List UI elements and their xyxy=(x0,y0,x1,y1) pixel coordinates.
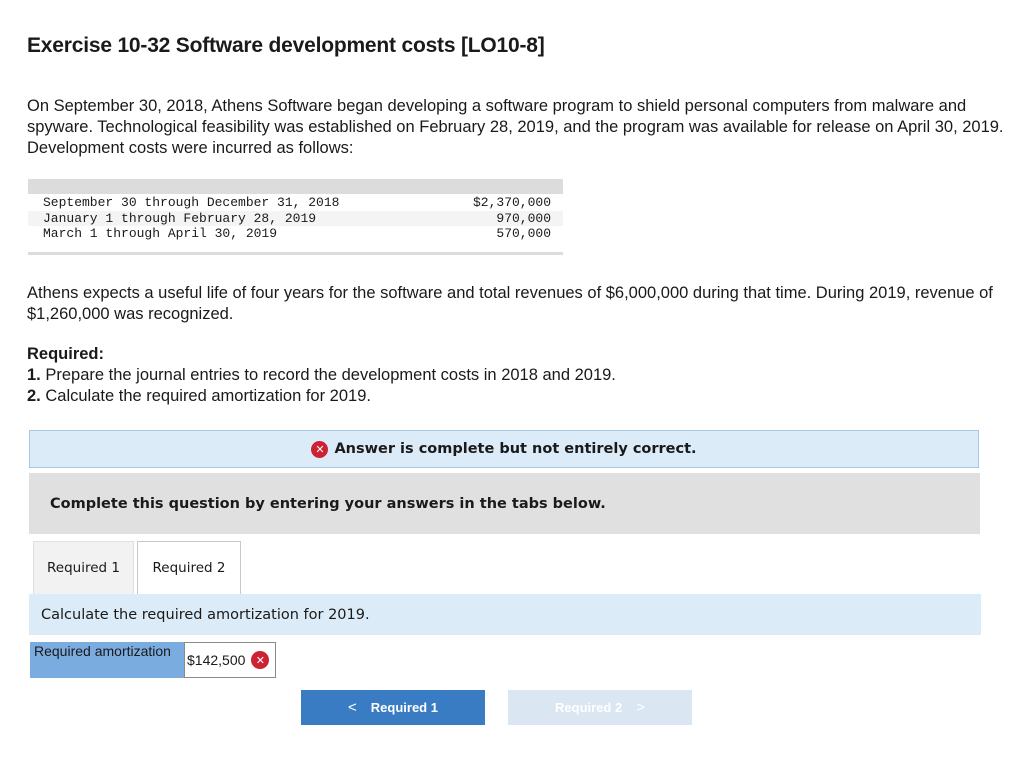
next-button-label: Required 2 xyxy=(555,700,623,715)
cost-period: September 30 through December 31, 2018 xyxy=(43,195,340,210)
cost-amount: 970,000 xyxy=(496,210,551,226)
expectations-paragraph: Athens expects a useful life of four yea… xyxy=(27,284,993,323)
instruction-text: Complete this question by entering your … xyxy=(50,495,606,512)
next-button[interactable]: Required 2 > xyxy=(508,690,692,725)
required-item-text: Calculate the required amortization for … xyxy=(45,387,371,405)
development-costs-table: September 30 through December 31, 2018 $… xyxy=(28,179,563,255)
answer-value: 142,500 xyxy=(194,652,246,668)
table-row: March 1 through April 30, 2019 570,000 xyxy=(28,226,563,242)
required-item-text: Prepare the journal entries to record th… xyxy=(45,366,616,384)
cost-amount: $2,370,000 xyxy=(472,195,551,210)
cost-period: January 1 through February 28, 2019 xyxy=(43,210,317,226)
tab-required-2[interactable]: Required 2 xyxy=(137,541,241,594)
required-item-number: 2. xyxy=(27,387,41,405)
page-title: Exercise 10-32 Software development cost… xyxy=(27,34,545,57)
required-item: 2. Calculate the required amortization f… xyxy=(27,386,616,407)
instruction-bar: Complete this question by entering your … xyxy=(29,473,980,534)
previous-button-label: Required 1 xyxy=(370,700,438,715)
previous-button[interactable]: < Required 1 xyxy=(301,690,485,725)
chevron-left-icon: < xyxy=(348,699,357,716)
answer-status-banner: ✕ Answer is complete but not entirely co… xyxy=(29,430,979,468)
required-item-number: 1. xyxy=(27,366,41,384)
table-row: January 1 through February 28, 2019 970,… xyxy=(28,210,563,226)
question-text: Calculate the required amortization for … xyxy=(41,606,370,623)
required-item: 1. Prepare the journal entries to record… xyxy=(27,365,616,386)
intro-paragraph: On September 30, 2018, Athens Software b… xyxy=(27,97,1004,157)
tab-required-1[interactable]: Required 1 xyxy=(33,541,134,594)
cost-period: March 1 through April 30, 2019 xyxy=(43,226,278,241)
answer-status-text: Answer is complete but not entirely corr… xyxy=(334,441,697,457)
tab-label: Required 1 xyxy=(47,560,120,576)
question-bar: Calculate the required amortization for … xyxy=(29,594,981,635)
table-row: September 30 through December 31, 2018 $… xyxy=(28,195,563,211)
incorrect-icon: ✕ xyxy=(251,651,270,669)
x-circle-icon: ✕ xyxy=(311,440,329,458)
tab-label: Required 2 xyxy=(152,560,226,576)
required-heading: Required: xyxy=(27,345,105,363)
answer-row-label: Required amortization xyxy=(30,642,184,678)
cost-amount: 570,000 xyxy=(496,226,551,241)
required-section: Required: 1. Prepare the journal entries… xyxy=(27,344,616,407)
amortization-input[interactable]: $ 142,500 ✕ xyxy=(184,642,276,678)
chevron-right-icon: > xyxy=(636,699,645,716)
currency-symbol: $ xyxy=(187,652,195,668)
